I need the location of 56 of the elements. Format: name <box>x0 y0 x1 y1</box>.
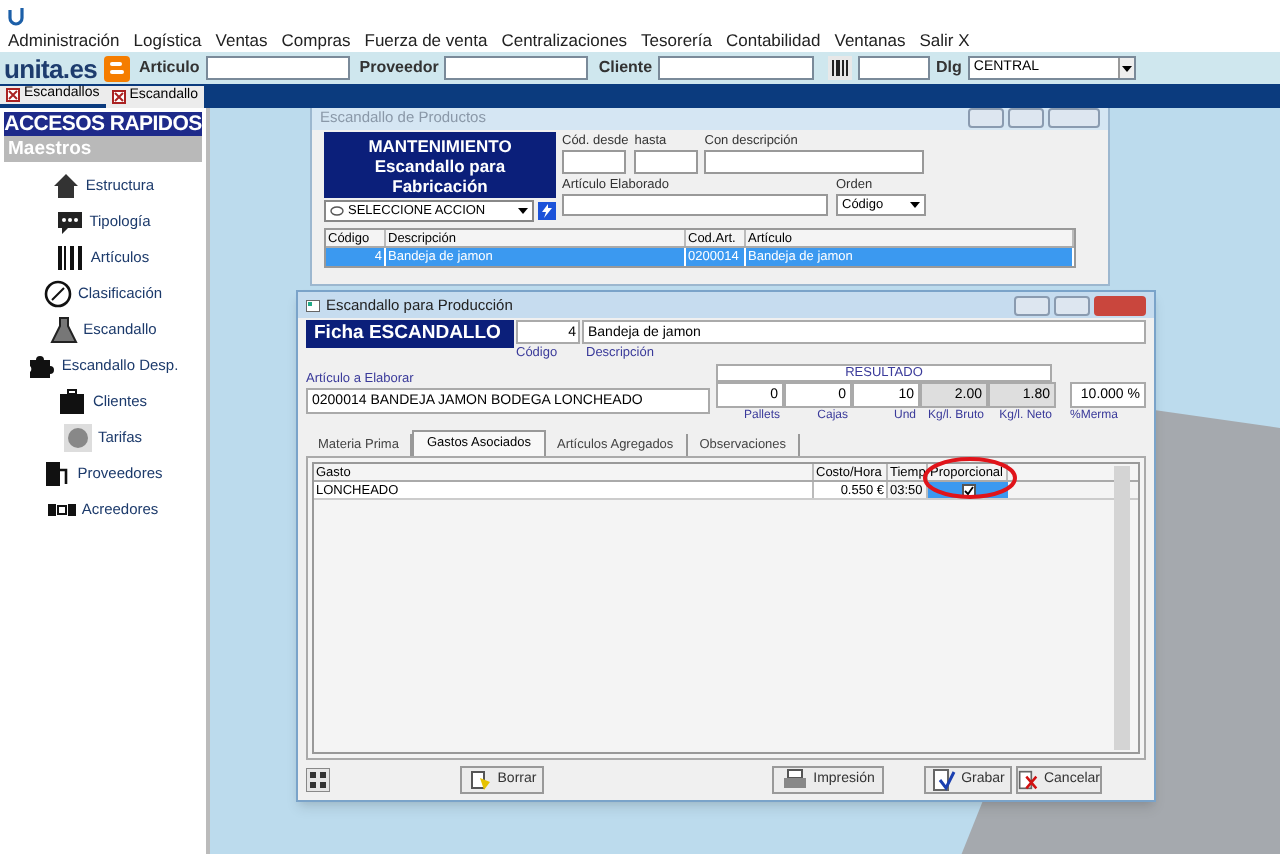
input-field[interactable] <box>704 150 925 174</box>
minimize-button[interactable] <box>1014 295 1050 315</box>
checkmark-icon <box>963 485 973 495</box>
close-button[interactable] <box>1094 295 1146 315</box>
input-field[interactable] <box>658 56 815 80</box>
menu-item[interactable]: Fuerza de venta <box>364 31 488 49</box>
menu-item[interactable]: Compras <box>281 31 351 49</box>
flask-icon <box>49 315 78 343</box>
minimize-button[interactable] <box>968 108 1004 127</box>
printer-icon <box>781 768 808 792</box>
input-field[interactable] <box>562 194 828 216</box>
close-icon[interactable] <box>6 88 20 102</box>
sidebar-section: Maestros <box>4 136 202 162</box>
field-label: Dlg <box>936 56 962 80</box>
menu-item[interactable]: Centralizaciones <box>501 31 628 49</box>
checkmark-page-icon <box>931 768 956 792</box>
input-field[interactable] <box>205 56 350 80</box>
scrollbar[interactable] <box>1114 466 1130 750</box>
brand-logo: unita.es <box>4 55 98 81</box>
barcode-icon <box>56 243 85 271</box>
close-button[interactable] <box>1048 108 1100 127</box>
menu-item[interactable]: Tesorería <box>641 31 712 49</box>
heading-panel: Ficha ESCANDALLO <box>306 320 514 348</box>
grid-button[interactable] <box>306 768 330 792</box>
barcode-field[interactable] <box>858 56 931 80</box>
puzzle-icon <box>27 351 56 379</box>
barcode-button[interactable] <box>828 56 853 80</box>
field-label: Articulo <box>139 56 200 80</box>
menu-item[interactable]: Administración <box>8 31 120 49</box>
field-label: Cliente <box>598 56 653 80</box>
menu-item[interactable]: Logística <box>133 31 202 49</box>
heading-panel: MANTENIMIENTO Escandallo para Fabricación <box>324 132 556 198</box>
input-field[interactable] <box>562 150 626 174</box>
window-icon <box>306 299 320 311</box>
coin-icon <box>63 423 92 451</box>
eraser-icon <box>467 768 492 792</box>
house-icon <box>51 171 80 199</box>
dropdown-arrow-icon <box>518 208 528 214</box>
menu-item[interactable]: Ventas <box>215 31 268 49</box>
close-icon[interactable] <box>111 90 126 104</box>
field-label: Proveedor <box>359 56 439 80</box>
maximize-button[interactable] <box>1008 108 1044 127</box>
cancel-icon <box>1018 768 1038 792</box>
highlight-ellipse <box>922 456 1018 500</box>
sidebar-title: ACCESOS RAPIDOS <box>4 112 202 136</box>
dropdown-arrow-icon <box>910 202 920 208</box>
menu-item[interactable]: Salir X <box>919 31 970 49</box>
blogger-icon[interactable] <box>103 55 130 81</box>
lightning-button[interactable] <box>538 202 556 220</box>
app-logo-icon <box>6 5 26 25</box>
input-field[interactable] <box>634 150 699 174</box>
menu-item[interactable]: Ventanas <box>834 31 906 49</box>
menu-item[interactable]: Contabilidad <box>725 31 821 49</box>
briefcase-icon <box>58 387 87 415</box>
input-field[interactable] <box>444 56 589 80</box>
maximize-button[interactable] <box>1054 295 1090 315</box>
